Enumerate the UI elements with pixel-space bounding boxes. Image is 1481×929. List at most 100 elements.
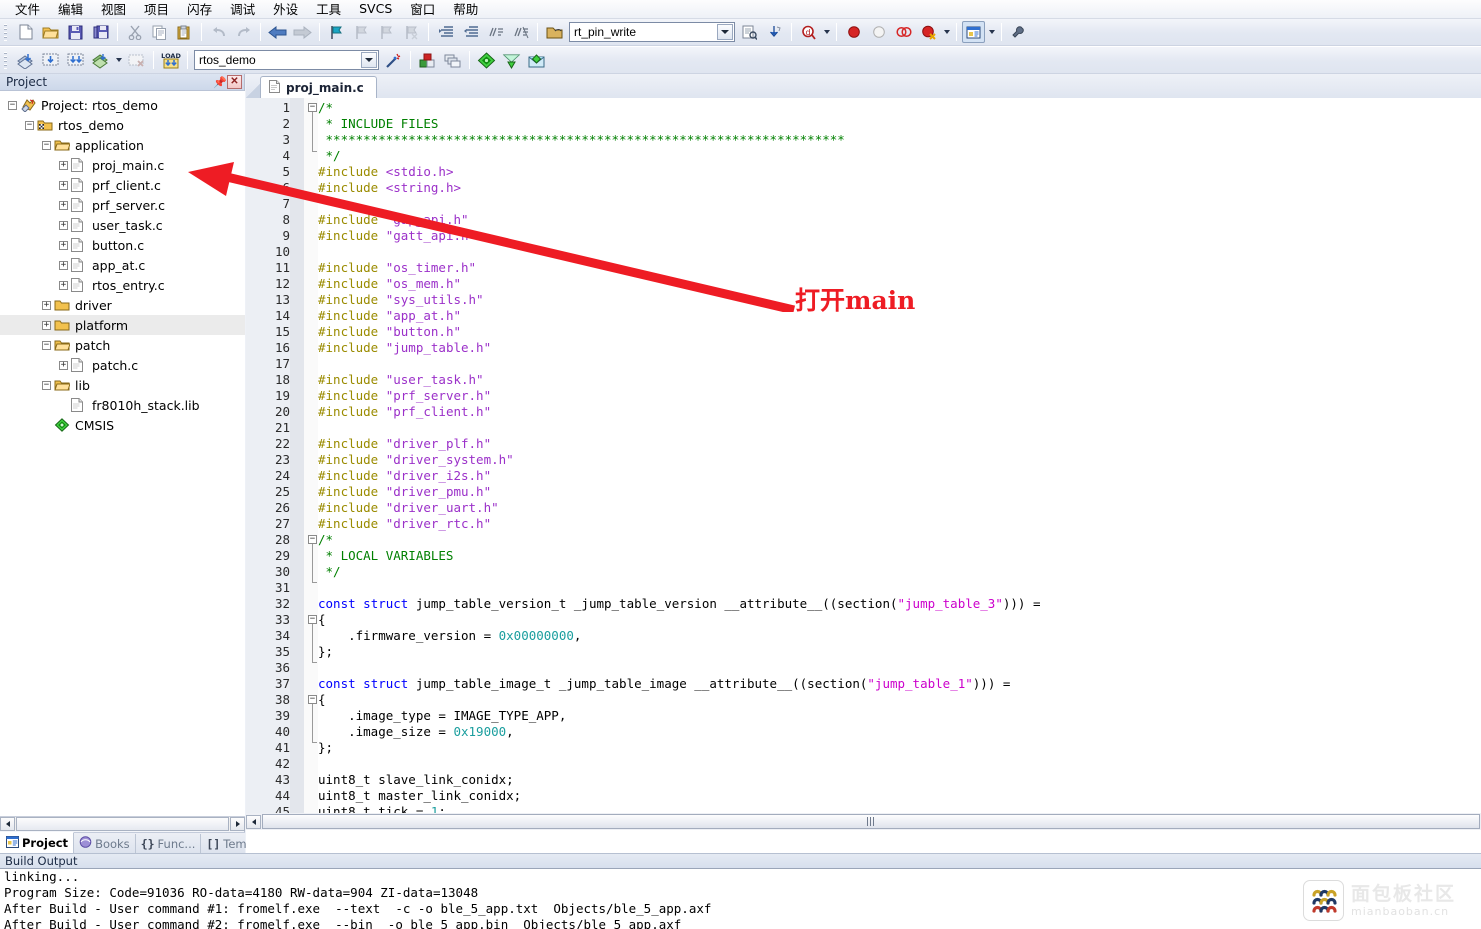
tree-item-app-at-c[interactable]: + app_at.c bbox=[0, 255, 245, 275]
tree-item-patch-c[interactable]: + patch.c bbox=[0, 355, 245, 375]
toolbar-gripper[interactable] bbox=[2, 49, 10, 71]
code-view[interactable]: 1/* 2 * INCLUDE FILES 3 ******************… bbox=[246, 98, 1481, 830]
fold-marker-38[interactable]: − bbox=[308, 695, 317, 704]
tree-item-prf-server-c[interactable]: + prf_server.c bbox=[0, 195, 245, 215]
bookmark-toggle-icon[interactable] bbox=[325, 21, 348, 43]
code-line-11[interactable]: 11 #include "os_timer.h" bbox=[246, 260, 1481, 276]
new-file-icon[interactable] bbox=[14, 21, 37, 43]
tree-expander-minus-icon[interactable]: − bbox=[42, 380, 51, 390]
fold-marker-1[interactable]: − bbox=[308, 103, 317, 112]
menu-item-file[interactable]: 文件 bbox=[6, 0, 49, 20]
menu-item-svcs[interactable]: SVCS bbox=[350, 0, 401, 18]
find-combo-chevron-down-icon[interactable] bbox=[717, 24, 733, 40]
code-line-18[interactable]: 18 #include "user_task.h" bbox=[246, 372, 1481, 388]
navigate-forward-icon[interactable] bbox=[291, 21, 314, 43]
scroll-right-arrow-icon[interactable] bbox=[230, 817, 245, 831]
uncomment-icon[interactable] bbox=[509, 21, 532, 43]
comment-icon[interactable] bbox=[484, 21, 507, 43]
breakpoint-insert-icon[interactable] bbox=[842, 21, 865, 43]
undo-icon[interactable] bbox=[207, 21, 230, 43]
tree-expander-plus-icon[interactable]: + bbox=[59, 260, 68, 270]
copy-icon[interactable] bbox=[148, 21, 171, 43]
pack-installer-icon[interactable] bbox=[500, 49, 523, 71]
code-line-36[interactable]: 36 bbox=[246, 660, 1481, 676]
code-line-40[interactable]: 40 .image_size = 0x19000, bbox=[246, 724, 1481, 740]
bookmark-clear-icon[interactable] bbox=[400, 21, 423, 43]
code-line-22[interactable]: 22 #include "driver_plf.h" bbox=[246, 436, 1481, 452]
tree-expander-plus-icon[interactable]: + bbox=[42, 300, 51, 310]
tab-functions[interactable]: {} Func... bbox=[136, 834, 202, 853]
code-line-3[interactable]: 3 **************************************… bbox=[246, 132, 1481, 148]
target-select-chevron-down-icon[interactable] bbox=[361, 52, 377, 68]
tree-item-platform[interactable]: + platform bbox=[0, 315, 245, 335]
code-line-28[interactable]: 28 /* bbox=[246, 532, 1481, 548]
rebuild-icon[interactable] bbox=[64, 49, 87, 71]
build-icon[interactable] bbox=[39, 49, 62, 71]
menu-item-debug[interactable]: 调试 bbox=[221, 0, 264, 20]
toolbar-gripper[interactable] bbox=[2, 21, 10, 43]
editor-scroll-left-arrow-icon[interactable] bbox=[246, 814, 261, 829]
tree-expander-plus-icon[interactable]: + bbox=[59, 280, 68, 290]
breakpoint-chevron-down-icon[interactable] bbox=[941, 21, 952, 43]
tree-expander-plus-icon[interactable]: + bbox=[59, 200, 68, 210]
tree-expander-plus-icon[interactable]: + bbox=[59, 220, 68, 230]
code-line-29[interactable]: 29 * LOCAL VARIABLES bbox=[246, 548, 1481, 564]
menu-item-view[interactable]: 视图 bbox=[92, 0, 135, 20]
project-tree-hscrollbar[interactable] bbox=[0, 816, 245, 831]
code-line-37[interactable]: 37 const struct jump_table_image_t _jump_… bbox=[246, 676, 1481, 692]
open-search-icon[interactable] bbox=[543, 21, 566, 43]
outdent-icon[interactable] bbox=[459, 21, 482, 43]
tree-item-rtos-demo[interactable]: − rtos_demo bbox=[0, 115, 245, 135]
redo-icon[interactable] bbox=[232, 21, 255, 43]
code-line-42[interactable]: 42 bbox=[246, 756, 1481, 772]
translate-icon[interactable] bbox=[14, 49, 37, 71]
menu-item-window[interactable]: 窗口 bbox=[401, 0, 444, 20]
code-line-25[interactable]: 25 #include "driver_pmu.h" bbox=[246, 484, 1481, 500]
bookmark-next-icon[interactable] bbox=[375, 21, 398, 43]
tree-item-prf-client-c[interactable]: + prf_client.c bbox=[0, 175, 245, 195]
find-input[interactable]: rt_pin_write bbox=[574, 25, 636, 39]
code-line-23[interactable]: 23 #include "driver_system.h" bbox=[246, 452, 1481, 468]
menu-item-edit[interactable]: 编辑 bbox=[49, 0, 92, 20]
code-line-32[interactable]: 32 const struct jump_table_version_t _jum… bbox=[246, 596, 1481, 612]
tree-expander-plus-icon[interactable]: + bbox=[59, 240, 68, 250]
indent-icon[interactable] bbox=[434, 21, 457, 43]
breakpoint-disable-icon[interactable] bbox=[867, 21, 890, 43]
code-line-15[interactable]: 15 #include "button.h" bbox=[246, 324, 1481, 340]
find-in-files-icon[interactable] bbox=[738, 21, 761, 43]
code-line-16[interactable]: 16 #include "jump_table.h" bbox=[246, 340, 1481, 356]
batch-build-icon[interactable] bbox=[89, 49, 112, 71]
code-line-41[interactable]: 41}; bbox=[246, 740, 1481, 756]
build-output-pane[interactable]: linking... Program Size: Code=91036 RO-da… bbox=[0, 868, 1481, 929]
tab-books[interactable]: Books bbox=[74, 834, 136, 853]
tree-item-application[interactable]: − application bbox=[0, 135, 245, 155]
tree-item-lib[interactable]: − lib bbox=[0, 375, 245, 395]
code-line-5[interactable]: 5 #include <stdio.h> bbox=[246, 164, 1481, 180]
tree-item-user-task-c[interactable]: + user_task.c bbox=[0, 215, 245, 235]
code-line-27[interactable]: 27 #include "driver_rtc.h" bbox=[246, 516, 1481, 532]
tree-expander-minus-icon[interactable]: − bbox=[8, 100, 17, 110]
code-line-1[interactable]: 1 /* bbox=[246, 100, 1481, 116]
fold-marker-28[interactable]: − bbox=[308, 535, 317, 544]
scroll-thumb[interactable] bbox=[16, 817, 229, 831]
tree-item-fr8010h-stack-lib[interactable]: fr8010h_stack.lib bbox=[0, 395, 245, 415]
bookmark-prev-icon[interactable] bbox=[350, 21, 373, 43]
code-line-35[interactable]: 35}; bbox=[246, 644, 1481, 660]
tree-expander-plus-icon[interactable]: + bbox=[59, 160, 68, 170]
download-icon[interactable]: LOAD bbox=[159, 49, 182, 71]
target-options-icon[interactable] bbox=[416, 49, 439, 71]
menu-item-project[interactable]: 项目 bbox=[135, 0, 178, 20]
green-diamond-icon[interactable] bbox=[475, 49, 498, 71]
code-line-31[interactable]: 31 bbox=[246, 580, 1481, 596]
run-env-icon[interactable] bbox=[525, 49, 548, 71]
menu-item-help[interactable]: 帮助 bbox=[444, 0, 487, 20]
editor-scroll-thumb[interactable] bbox=[262, 814, 1480, 829]
tree-item-patch[interactable]: − patch bbox=[0, 335, 245, 355]
code-line-39[interactable]: 39 .image_type = IMAGE_TYPE_APP, bbox=[246, 708, 1481, 724]
code-line-26[interactable]: 26 #include "driver_uart.h" bbox=[246, 500, 1481, 516]
debug-start-icon[interactable]: d bbox=[797, 21, 820, 43]
editor-hscrollbar[interactable] bbox=[246, 813, 1481, 830]
code-line-34[interactable]: 34 .firmware_version = 0x00000000, bbox=[246, 628, 1481, 644]
code-line-24[interactable]: 24 #include "driver_i2s.h" bbox=[246, 468, 1481, 484]
code-line-4[interactable]: 4 */ bbox=[246, 148, 1481, 164]
